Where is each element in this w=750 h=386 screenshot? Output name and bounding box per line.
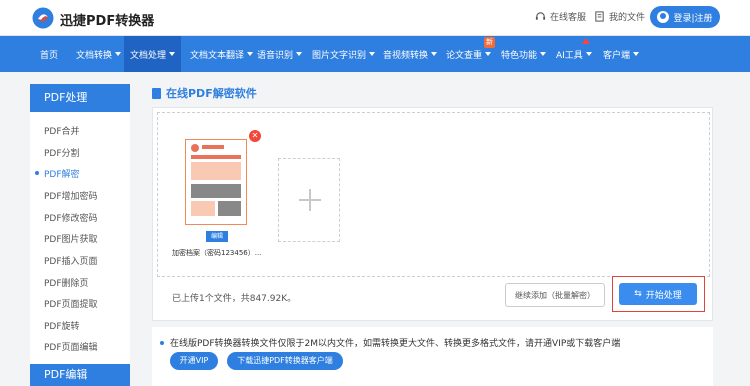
nav-client-label: 客户端 [603,50,631,61]
nav-doc-process-label: 文档处理 [130,50,167,61]
document-icon [152,87,161,99]
chevron-down-icon [431,52,438,56]
page-title-label: 在线PDF解密软件 [166,87,257,100]
sidebar-item-pdf-add-password[interactable]: PDF增加密码 [44,189,98,202]
sidebar-item-pdf-merge[interactable]: PDF合并 [44,124,80,137]
nav-features[interactable]: 特色功能 [501,36,547,72]
remove-file-icon[interactable]: ✕ [249,130,261,142]
sidebar-item-pdf-insert-page[interactable]: PDF插入页面 [44,254,98,267]
chevron-down-icon [169,52,176,56]
continue-add-button[interactable]: 继续添加（批量解密） [505,283,605,307]
page-title: 在线PDF解密软件 [152,85,257,101]
online-service-label: 在线客服 [550,13,587,23]
chevron-down-icon [485,52,492,56]
bullet-icon [160,341,164,345]
chevron-down-icon [540,52,547,56]
nav-features-label: 特色功能 [501,50,538,61]
nav-doc-convert-label: 文档转换 [76,50,113,61]
app-logo-icon[interactable] [32,7,54,29]
sidebar-item-pdf-rotate[interactable]: PDF旋转 [44,319,80,332]
download-client-button[interactable]: 下载迅捷PDF转换器客户端 [227,352,343,370]
nav-translate-label: 文档文本翻译 [190,50,245,61]
chevron-down-icon [633,52,640,56]
my-files-link[interactable]: 我的文件 [594,10,645,23]
nav-plagiarism-label: 论文查重 [446,50,483,61]
login-register-label: 登录|注册 [673,13,713,24]
sidebar-item-pdf-delete-page[interactable]: PDF删除页 [44,276,89,289]
user-avatar-icon [657,11,670,23]
sidebar-item-pdf-split[interactable]: PDF分割 [44,146,80,159]
sidebar: PDF处理 PDF合并 PDF分割 PDF解密 PDF增加密码 PDF修改密码 … [30,84,130,386]
online-service-link[interactable]: 在线客服 [535,10,586,23]
chevron-down-icon [369,52,376,56]
sidebar-heading: PDF处理 [30,84,130,112]
nav-speech-label: 语音识别 [257,50,294,61]
sidebar-item-pdf-page-extract[interactable]: PDF页面提取 [44,297,98,310]
my-files-label: 我的文件 [609,13,646,23]
notice-text: 在线版PDF转换器转换文件仅限于2M以内文件，如需转换更大文件、转换更多格式文件… [170,339,621,349]
sidebar-heading-edit[interactable]: PDF编辑 [30,364,130,386]
sidebar-item-pdf-change-password[interactable]: PDF修改密码 [44,211,98,224]
swap-arrows-icon: ⇆ [634,289,642,299]
file-thumbnail[interactable] [185,139,247,225]
file-drop-area[interactable]: ✕ 编辑 加密档案（密码123456）... 已上传1个文件，共847.92K。 [157,112,710,304]
add-file-plus-icon[interactable] [278,158,340,242]
file-list-icon [595,11,604,22]
nav-av-convert-label: 音视频转换 [383,50,429,61]
chevron-down-icon [296,52,303,56]
start-process-label: 开始处理 [645,290,682,301]
headset-icon [535,12,546,20]
nav-home-label: 首页 [40,50,59,61]
hot-arrow-icon [582,38,590,44]
upload-info: 已上传1个文件，共847.92K。 [172,294,297,304]
pdf-preview-icon [191,144,241,216]
nav-ai-tools-label: AI工具 [556,50,583,61]
login-register-button[interactable]: 登录|注册 [650,6,720,28]
sidebar-item-pdf-page-edit[interactable]: PDF页面编辑 [44,340,98,353]
top-header: 迅捷PDF转换器 在线客服 我的文件 登录|注册 [0,0,750,36]
app-title[interactable]: 迅捷PDF转换器 [60,10,154,29]
nav-translate[interactable]: 文档文本翻译 [190,36,254,72]
sidebar-item-pdf-decrypt[interactable]: PDF解密 [44,167,80,180]
nav-doc-process[interactable]: 文档处理 [124,36,182,72]
sidebar-item-pdf-image-extract[interactable]: PDF图片获取 [44,232,98,245]
notice-panel: 在线版PDF转换器转换文件仅限于2M以内文件，如需转换更大文件、转换更多格式文件… [152,327,713,386]
file-name: 加密档案（密码123456）... [172,249,262,257]
active-dot-icon [35,171,39,175]
chevron-down-icon [247,52,254,56]
main-nav: 首页 文档转换 文档处理 文档文本翻译 语音识别 图片文字识别 音视频转换 论文… [0,36,750,72]
new-badge: 新 [484,37,495,48]
nav-speech[interactable]: 语音识别 [257,36,303,72]
nav-av-convert[interactable]: 音视频转换 [383,36,438,72]
start-process-button[interactable]: ⇆ 开始处理 [619,283,697,305]
start-button-highlight: ⇆ 开始处理 [612,276,705,312]
nav-client[interactable]: 客户端 [603,36,640,72]
chevron-down-icon [115,52,122,56]
nav-ocr-label: 图片文字识别 [312,50,367,61]
nav-ocr[interactable]: 图片文字识别 [312,36,376,72]
upload-panel: ✕ 编辑 加密档案（密码123456）... 已上传1个文件，共847.92K。… [152,107,713,321]
nav-home[interactable]: 首页 [40,36,58,72]
nav-doc-convert[interactable]: 文档转换 [76,36,122,72]
chevron-down-icon [585,52,592,56]
open-vip-button[interactable]: 开通VIP [170,352,218,370]
edit-file-button[interactable]: 编辑 [206,231,228,242]
